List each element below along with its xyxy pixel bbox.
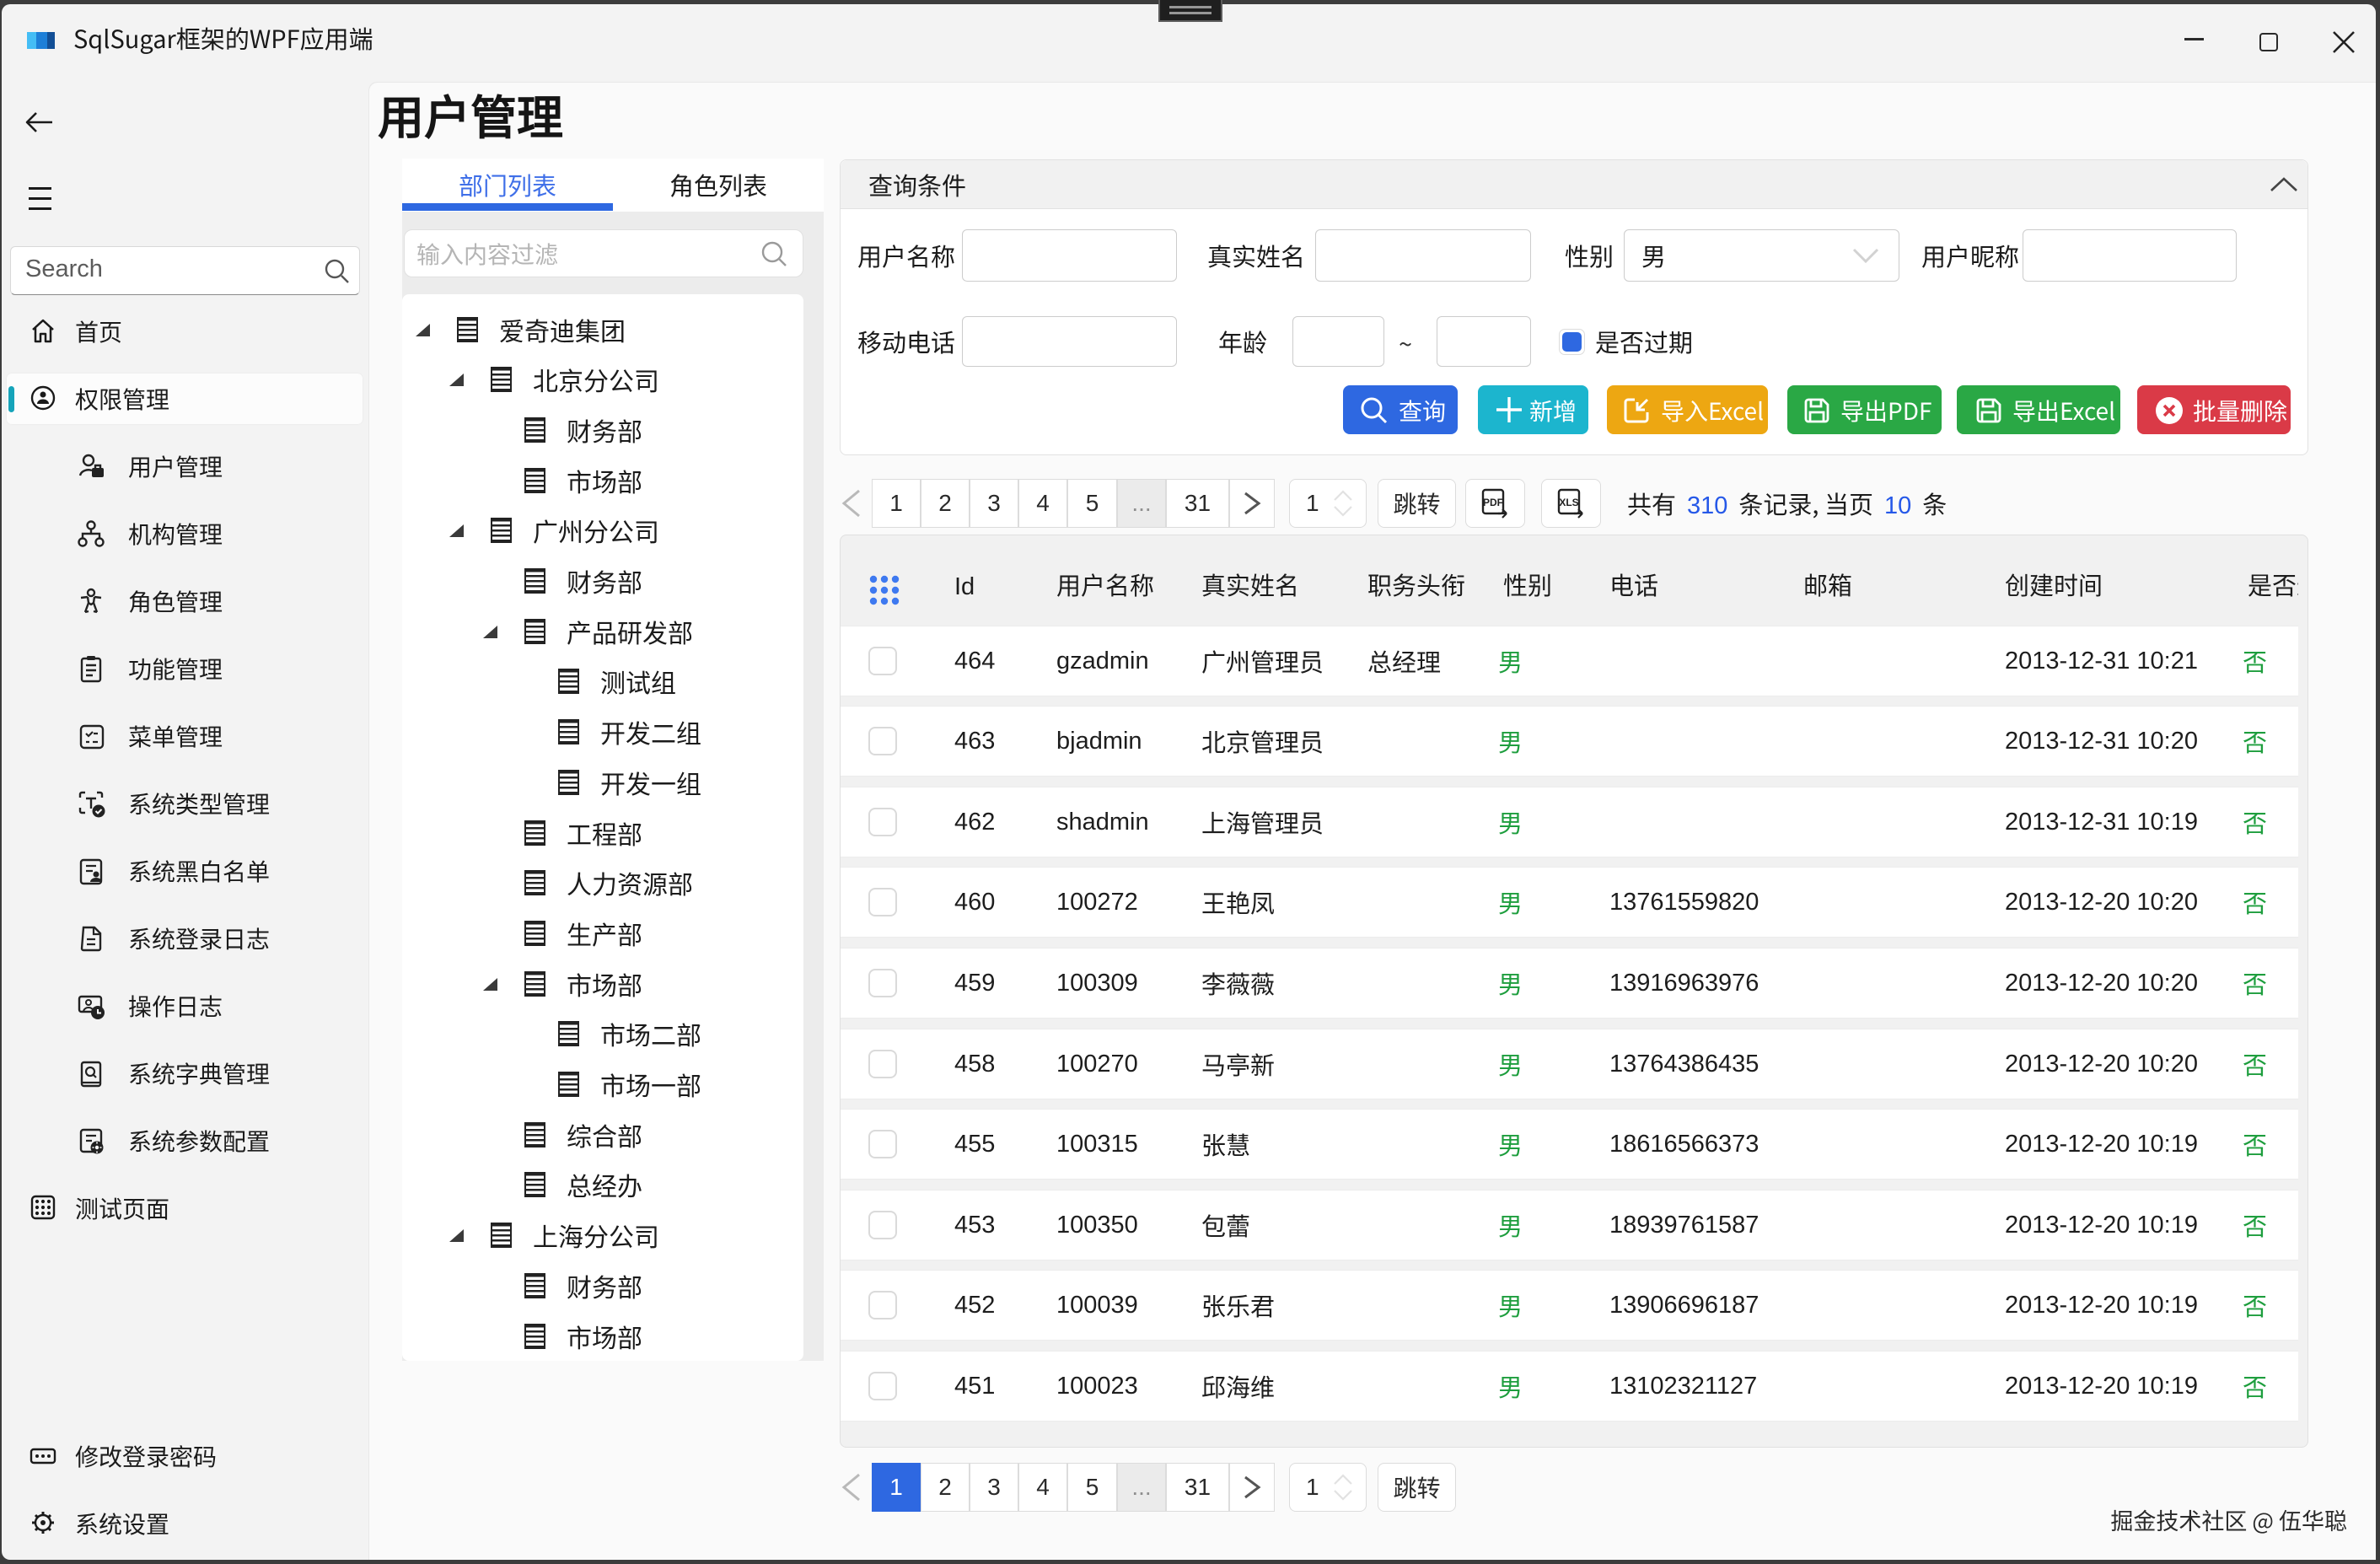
svg-text:PDF: PDF — [1483, 497, 1503, 508]
svg-text:XLS: XLS — [1559, 497, 1578, 508]
